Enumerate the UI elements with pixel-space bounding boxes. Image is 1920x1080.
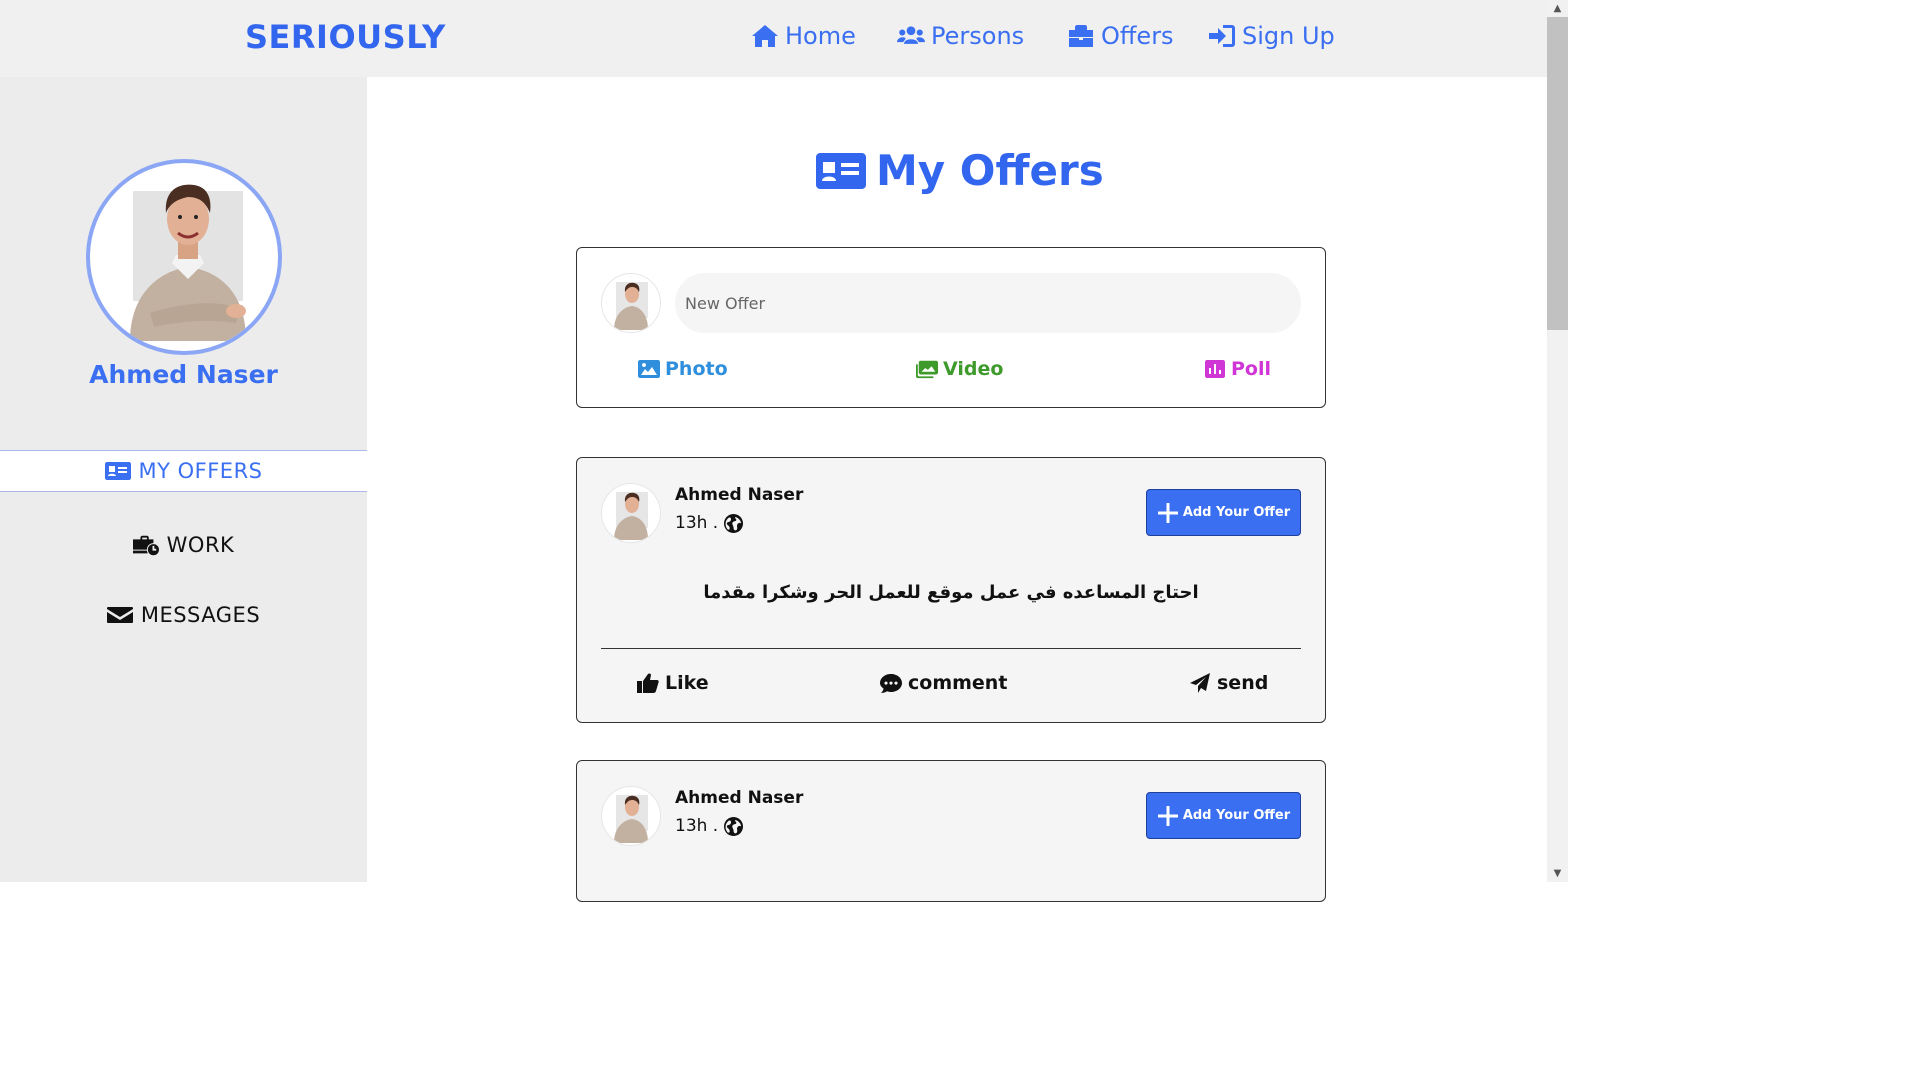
- post-text: احتاج المساعده في عمل موقع للعمل الحر وش…: [703, 582, 1199, 603]
- scroll-down-arrow-icon[interactable]: ▼: [1547, 865, 1568, 882]
- comment-dots-icon: [880, 674, 902, 693]
- send-label: send: [1217, 672, 1269, 694]
- video-button[interactable]: Video: [916, 358, 1003, 380]
- globe-icon: [724, 816, 744, 836]
- page-scrollbar[interactable]: ▲ ▼: [1547, 0, 1568, 882]
- briefcase-icon: [1069, 25, 1093, 47]
- like-label: Like: [665, 672, 709, 694]
- post-divider: [601, 648, 1301, 649]
- post-author-name[interactable]: Ahmed Naser: [675, 788, 803, 808]
- like-button[interactable]: Like: [637, 672, 709, 694]
- photo-label: Photo: [665, 358, 728, 380]
- avatar-illustration: [130, 184, 246, 341]
- thumbs-up-icon: [637, 673, 659, 693]
- sign-in-icon: [1209, 25, 1235, 47]
- id-card-icon: [104, 462, 131, 480]
- sidebar-item-my-offers[interactable]: MY OFFERS: [0, 450, 367, 492]
- nav-persons-label: Persons: [931, 22, 1025, 50]
- profile-name[interactable]: Ahmed Naser: [0, 360, 367, 389]
- id-card-icon: [816, 152, 866, 189]
- profile-avatar[interactable]: [86, 159, 282, 355]
- sidebar: Ahmed Naser MY OFFERS WORK MESSAGES: [0, 77, 367, 882]
- nav-home-label: Home: [785, 22, 856, 50]
- post-meta: 13h .: [675, 513, 744, 533]
- nav-signup-link[interactable]: Sign Up: [1208, 22, 1335, 50]
- offer-post: Ahmed Naser 13h . Add Your Offer: [576, 760, 1326, 902]
- envelope-icon: [106, 607, 133, 623]
- poll-icon: [1205, 360, 1225, 378]
- video-label: Video: [943, 358, 1004, 380]
- nav-signup-label: Sign Up: [1242, 22, 1335, 50]
- business-time-icon: [132, 535, 159, 556]
- page-title: My Offers: [816, 146, 1104, 195]
- sidebar-item-label: MY OFFERS: [138, 459, 263, 483]
- scroll-thumb[interactable]: [1547, 17, 1568, 330]
- users-icon: [897, 26, 925, 44]
- sidebar-item-label: MESSAGES: [140, 603, 261, 627]
- sidebar-item-label: WORK: [166, 533, 235, 557]
- image-icon: [638, 360, 660, 378]
- photo-button[interactable]: Photo: [638, 358, 728, 380]
- send-button[interactable]: send: [1189, 672, 1268, 694]
- top-navbar: SERIOUSLY Home Persons Offers Sign Up: [0, 0, 1547, 77]
- new-offer-input[interactable]: [675, 273, 1301, 333]
- home-icon: [752, 25, 778, 47]
- page-title-text: My Offers: [876, 146, 1104, 195]
- add-your-offer-label: Add Your Offer: [1182, 505, 1291, 520]
- paper-plane-icon: [1190, 673, 1210, 693]
- avatar-illustration: [614, 492, 648, 540]
- sidebar-item-messages[interactable]: MESSAGES: [0, 600, 367, 630]
- images-icon: [916, 360, 938, 379]
- plus-icon: [1157, 805, 1178, 826]
- brand-logo[interactable]: SERIOUSLY: [245, 18, 446, 56]
- scroll-up-arrow-icon[interactable]: ▲: [1547, 0, 1568, 17]
- comment-button[interactable]: comment: [880, 672, 1007, 694]
- nav-home-link[interactable]: Home: [751, 22, 856, 50]
- poll-label: Poll: [1231, 358, 1272, 380]
- sidebar-item-work[interactable]: WORK: [0, 530, 367, 560]
- post-time: 13h .: [675, 816, 719, 836]
- nav-offers-label: Offers: [1101, 22, 1174, 50]
- add-your-offer-button[interactable]: Add Your Offer: [1146, 792, 1301, 839]
- comment-label: comment: [908, 672, 1008, 694]
- add-your-offer-button[interactable]: Add Your Offer: [1146, 489, 1301, 536]
- add-your-offer-label: Add Your Offer: [1182, 808, 1291, 823]
- nav-persons-link[interactable]: Persons: [897, 22, 1024, 50]
- avatar-illustration: [614, 282, 648, 330]
- post-time: 13h .: [675, 513, 719, 533]
- avatar-illustration: [614, 795, 648, 843]
- plus-icon: [1157, 502, 1178, 523]
- post-author-avatar[interactable]: [601, 786, 661, 846]
- poll-button[interactable]: Poll: [1204, 358, 1271, 380]
- globe-icon: [724, 513, 744, 533]
- nav-offers-link[interactable]: Offers: [1067, 22, 1174, 50]
- new-offer-composer: Photo Video Poll: [576, 247, 1326, 408]
- composer-avatar[interactable]: [601, 273, 661, 333]
- post-meta: 13h .: [675, 816, 744, 836]
- post-author-avatar[interactable]: [601, 483, 661, 543]
- post-author-name[interactable]: Ahmed Naser: [675, 485, 803, 505]
- offer-post: Ahmed Naser 13h . Add Your Offer احتاج ا…: [576, 457, 1326, 723]
